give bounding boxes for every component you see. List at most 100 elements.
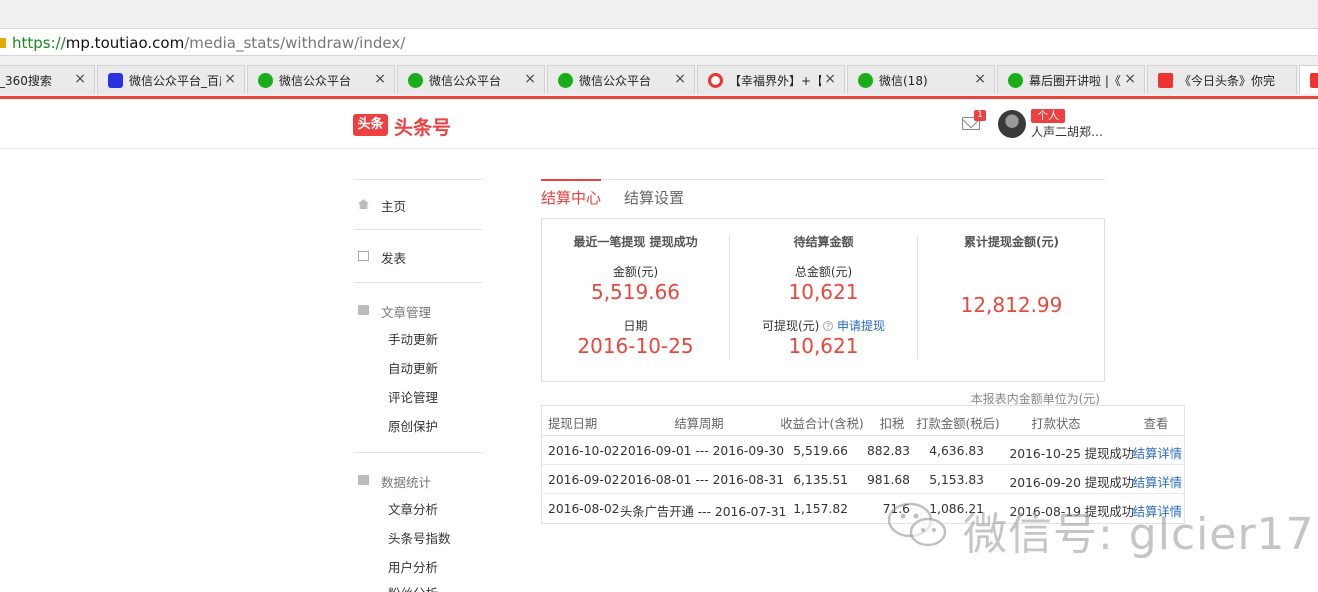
role-badge: 个人 (1031, 109, 1065, 123)
baidu-icon (108, 73, 123, 88)
column-header: 扣税 (879, 417, 905, 431)
nav-label: 数据统计 (381, 475, 432, 490)
watermark-text: 微信号: glcier17 (963, 509, 1315, 560)
help-icon[interactable]: ? (823, 321, 834, 331)
nav-divider (354, 229, 483, 230)
browser-tab[interactable]: 幕后圈开讲啦 |《 × (997, 65, 1145, 94)
browser-tab[interactable]: 微信公众平台 × (397, 65, 545, 94)
table-cell: 5,519.66 (793, 444, 848, 458)
browser-top-strip (0, 0, 1318, 28)
edit-icon (358, 251, 369, 261)
logo-text[interactable]: 头条号 (394, 113, 451, 140)
tab-title: 《今日头条》你完 (1179, 74, 1276, 88)
nav-item-fans-analysis[interactable]: 粉丝分析 (388, 583, 438, 592)
nav-item-index[interactable]: 头条号指数 (388, 528, 451, 547)
total-label: 总金额(元) (794, 265, 853, 279)
table-cell: 2016-09-01 --- 2016-09-30 (620, 444, 785, 458)
tab-settlement-settings[interactable]: 结算设置 (624, 187, 684, 208)
url-scheme: https:// (12, 34, 66, 52)
username[interactable]: 人声二胡郑… (1031, 123, 1103, 140)
wechat-icon (1008, 73, 1023, 88)
column-header: 查看 (1143, 417, 1169, 431)
close-icon[interactable]: × (674, 71, 686, 87)
browser-tab[interactable]: 《今日头条》你完 (1147, 65, 1297, 94)
table-cell: 882.83 (866, 444, 910, 458)
table-cell: 981.68 (866, 473, 910, 487)
nav-divider (354, 282, 483, 283)
active-tab-underline (541, 179, 601, 181)
nav-item-user-analysis[interactable]: 用户分析 (388, 557, 438, 576)
nav-label: 文章管理 (381, 305, 432, 320)
close-icon[interactable]: × (1124, 71, 1136, 87)
withdrawable-label: 可提现(元) (761, 319, 820, 333)
wechat-icon (258, 73, 273, 88)
avatar[interactable] (998, 110, 1026, 138)
browser-tab[interactable]: 【幸福界外】+【 × (697, 65, 845, 94)
close-icon[interactable]: × (374, 71, 386, 87)
withdrawable-row: 可提现(元) ? 申请提现 (730, 317, 917, 334)
tab-title: 【幸福界外】+【 (729, 74, 821, 88)
close-icon[interactable]: × (224, 71, 236, 87)
browser-tab[interactable]: _360搜索 × (0, 65, 95, 94)
wechat-watermark-icon (887, 502, 947, 547)
nav-item-auto-update[interactable]: 自动更新 (388, 358, 438, 377)
wechat-icon (408, 73, 423, 88)
browser-tab-active[interactable] (1299, 65, 1318, 94)
logo-mark[interactable]: 头条 (353, 114, 388, 136)
apply-withdraw-link[interactable]: 申请提现 (837, 319, 885, 333)
nav-label: 主页 (381, 199, 407, 214)
withdrawable-value: 10,621 (788, 334, 859, 358)
tab-settlement-center[interactable]: 结算中心 (541, 187, 601, 208)
settlement-detail-link[interactable]: 结算详情 (1132, 444, 1182, 462)
home-icon (358, 199, 369, 209)
nav-divider (354, 179, 483, 180)
tab-title: 微信(18) (879, 74, 928, 88)
browser-tab[interactable]: 微信(18) × (847, 65, 995, 94)
column-header: 打款状态 (1031, 417, 1081, 431)
nav-item-article-analysis[interactable]: 文章分析 (388, 499, 438, 518)
browser-tab[interactable]: 微信公众平台 × (247, 65, 395, 94)
toutiao-icon (1310, 73, 1318, 88)
table-cell: 2016-09-02 (548, 473, 620, 487)
nav-item-manual-update[interactable]: 手动更新 (388, 329, 438, 348)
address-bar[interactable]: https://mp.toutiao.com/media_stats/withd… (0, 28, 1318, 56)
close-icon[interactable]: × (524, 71, 536, 87)
nav-item-originality[interactable]: 原创保护 (388, 416, 438, 435)
table-cell: 2016-10-02 (548, 444, 620, 458)
close-icon[interactable]: × (74, 71, 86, 87)
nav-divider (354, 452, 483, 453)
tab-title: 微信公众平台 (429, 74, 502, 88)
table-cell: 1,157.82 (793, 502, 848, 516)
url-domain: mp.toutiao.com (65, 34, 185, 52)
close-icon[interactable]: × (824, 71, 836, 87)
table-cell: 头条广告开通 --- 2016-07-31 (620, 505, 787, 519)
document-icon (358, 305, 369, 315)
browser-tab[interactable]: 微信公众平台 × (547, 65, 695, 94)
close-icon[interactable]: × (974, 71, 986, 87)
column-title: 待结算金额 (793, 235, 854, 249)
column-header: 打款金额(税后) (916, 417, 1000, 431)
table-header: 提现日期 结算周期 收益合计(含税) 扣税 打款金额(税后) 打款状态 查看 (542, 406, 1184, 436)
pending-column: 待结算金额 总金额(元) 10,621 可提现(元) ? 申请提现 10,621 (730, 219, 917, 383)
table-cell: 2016-08-02 (548, 502, 620, 516)
table-cell: 6,135.51 (793, 473, 848, 487)
nav-item-comments[interactable]: 评论管理 (388, 387, 438, 406)
last-withdraw-column: 最近一笔提现 提现成功 金额(元) 5,519.66 日期 2016-10-25 (542, 219, 729, 383)
table-cell: 2016-09-20 提现成功 (1009, 476, 1134, 490)
table-cell: 5,153.83 (929, 473, 984, 487)
browser-tab[interactable]: 微信公众平台_百度 × (97, 65, 245, 94)
amount-value: 5,519.66 (590, 280, 681, 304)
cumulative-value: 12,812.99 (960, 293, 1063, 317)
tab-title: 微信公众平台_百度 (129, 74, 221, 88)
tab-title: 微信公众平台 (279, 74, 352, 88)
table-cell: 4,636.83 (929, 444, 984, 458)
tab-title: 幕后圈开讲啦 |《 (1029, 74, 1121, 88)
column-header: 收益合计(含税) (780, 417, 864, 431)
column-title: 最近一笔提现 提现成功 (573, 235, 698, 249)
toutiao-icon (1158, 73, 1173, 88)
column-title: 累计提现金额(元) (964, 235, 1059, 249)
tab-strip: _360搜索 × 微信公众平台_百度 × 微信公众平台 × 微信公众平台 × 微… (0, 56, 1318, 96)
settlement-detail-link[interactable]: 结算详情 (1132, 473, 1182, 491)
url-text[interactable]: https://mp.toutiao.com/media_stats/withd… (12, 34, 405, 52)
settlement-tabs: 结算中心 结算设置 (541, 179, 1105, 209)
